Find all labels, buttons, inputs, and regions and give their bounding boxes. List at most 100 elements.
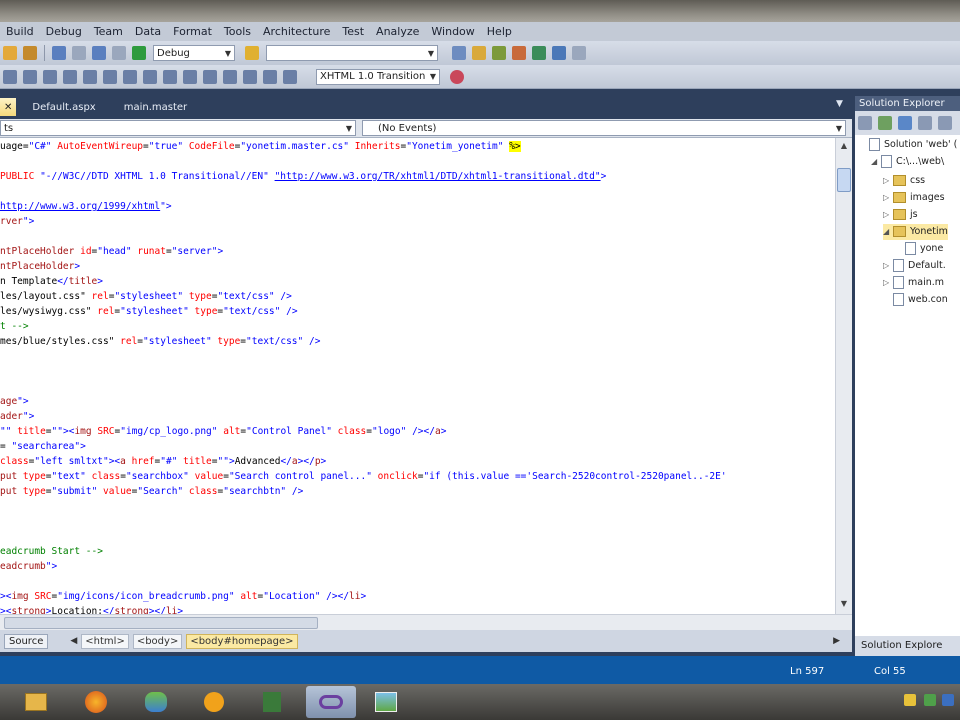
tab-close-active[interactable]: ✕ xyxy=(0,98,17,116)
code-line[interactable]: les/layout.css" rel="stylesheet" type="t… xyxy=(0,289,292,304)
bookmark-icon[interactable] xyxy=(103,69,117,84)
view-code-icon[interactable] xyxy=(918,116,932,130)
redo-icon[interactable] xyxy=(72,46,86,60)
solution-node-solution[interactable]: Solution 'web' ( xyxy=(859,137,957,153)
code-line[interactable]: age"> xyxy=(0,394,29,409)
code-line[interactable]: ><img SRC="img/icons/icon_breadcrumb.png… xyxy=(0,589,366,604)
parameter-info-icon[interactable] xyxy=(203,69,217,84)
code-line[interactable]: uage="C#" AutoEventWireup="true" CodeFil… xyxy=(0,139,521,154)
events-combo[interactable]: (No Events) ▼ xyxy=(362,120,846,136)
outdent-icon[interactable] xyxy=(43,69,57,84)
code-line[interactable]: "" title=""><img SRC="img/cp_logo.png" a… xyxy=(0,424,446,439)
menu-window[interactable]: Window xyxy=(425,25,480,38)
start-page-icon[interactable] xyxy=(552,46,566,60)
solution-explorer-icon[interactable] xyxy=(472,46,486,60)
expand-arrow-icon[interactable]: ▷ xyxy=(883,173,893,189)
menu-debug[interactable]: Debug xyxy=(40,25,88,38)
code-line[interactable]: eadcrumb Start --> xyxy=(0,544,103,559)
tray-network-icon[interactable] xyxy=(904,694,916,706)
image-viewer-taskbar-button[interactable] xyxy=(364,686,408,718)
solution-node-project[interactable]: ◢ C:\...\web\ xyxy=(871,154,944,170)
comment-icon[interactable] xyxy=(63,69,77,84)
menu-data[interactable]: Data xyxy=(129,25,167,38)
code-editor[interactable]: uage="C#" AutoEventWireup = "true" CodeFil… xyxy=(0,138,835,614)
expand-arrow-icon[interactable]: ▷ xyxy=(883,258,893,274)
find-icon[interactable] xyxy=(245,46,259,60)
solution-node-folder[interactable]: ◢ Yonetim xyxy=(883,224,948,240)
complete-word-icon[interactable] xyxy=(183,69,197,84)
surround-with-icon[interactable] xyxy=(283,69,297,84)
tag-crumb-body[interactable]: <body> xyxy=(132,633,183,649)
solution-node-folder[interactable]: ▷ js xyxy=(883,207,918,223)
start-debugging-icon[interactable] xyxy=(132,46,146,60)
menu-analyze[interactable]: Analyze xyxy=(370,25,425,38)
find-combo[interactable]: ▼ xyxy=(266,45,438,61)
toolbox-icon[interactable] xyxy=(512,46,526,60)
solution-node-folder[interactable]: ▷ images xyxy=(883,190,945,206)
code-line[interactable]: ><strong>Location:</strong></li> xyxy=(0,604,183,614)
expand-arrow-icon[interactable]: ▷ xyxy=(883,207,893,223)
find-in-files-icon[interactable] xyxy=(452,46,466,60)
scroll-down-icon[interactable]: ▼ xyxy=(838,598,850,610)
clear-bookmarks-icon[interactable] xyxy=(163,69,177,84)
expand-arrow-icon[interactable]: ◢ xyxy=(883,224,893,240)
insert-snippet-icon[interactable] xyxy=(263,69,277,84)
undo-icon[interactable] xyxy=(52,46,66,60)
code-line[interactable]: PUBLIC "-//W3C//DTD XHTML 1.0 Transition… xyxy=(0,169,606,184)
object-combo[interactable]: ts ▼ xyxy=(0,120,356,136)
tag-crumb-body-homepage[interactable]: <body#homepage> xyxy=(186,633,298,649)
horizontal-scroll-thumb[interactable] xyxy=(4,617,318,629)
code-line[interactable]: n Template</title> xyxy=(0,274,103,289)
menu-format[interactable]: Format xyxy=(167,25,218,38)
code-line[interactable]: class="left smltxt"><a href="#" title=""… xyxy=(0,454,326,469)
code-line[interactable]: mes/blue/styles.css" rel="stylesheet" ty… xyxy=(0,334,320,349)
tag-crumb-html[interactable]: <html> xyxy=(81,633,129,649)
expand-arrow-icon[interactable]: ◢ xyxy=(871,154,881,170)
code-line[interactable]: ader"> xyxy=(0,409,34,424)
menu-team[interactable]: Team xyxy=(88,25,129,38)
source-view-button[interactable]: Source xyxy=(4,633,49,649)
refresh-icon[interactable] xyxy=(898,116,912,130)
vertical-scrollbar[interactable]: ▲ ▼ xyxy=(835,138,852,614)
extension-manager-icon[interactable] xyxy=(572,46,586,60)
properties-icon[interactable] xyxy=(492,46,506,60)
messenger-taskbar-button[interactable] xyxy=(134,686,178,718)
tab-default-aspx[interactable]: Default.aspx xyxy=(24,98,103,116)
check-accessibility-icon[interactable] xyxy=(450,69,464,84)
prev-bookmark-icon[interactable] xyxy=(143,69,157,84)
new-project-icon[interactable] xyxy=(3,46,17,60)
code-line[interactable]: http://www.w3.org/1999/xhtml"> xyxy=(0,199,172,214)
view-designer-icon[interactable] xyxy=(938,116,952,130)
indent-icon[interactable] xyxy=(23,69,37,84)
expand-arrow-icon[interactable]: ▷ xyxy=(883,190,893,206)
show-all-files-icon[interactable] xyxy=(878,116,892,130)
uncomment-icon[interactable] xyxy=(83,69,97,84)
menu-build[interactable]: Build xyxy=(0,25,40,38)
code-line[interactable]: = "searcharea"> xyxy=(0,439,86,454)
tray-app-icon[interactable] xyxy=(942,694,954,706)
code-line[interactable]: put type="text" class="searchbox" value=… xyxy=(0,469,727,484)
open-file-icon[interactable] xyxy=(23,46,37,60)
object-browser-icon[interactable] xyxy=(532,46,546,60)
expand-arrow-icon[interactable]: ▷ xyxy=(883,275,893,291)
explorer-taskbar-button[interactable] xyxy=(14,686,58,718)
tag-scroll-left-icon[interactable]: ◀ xyxy=(70,636,77,646)
close-icon[interactable]: ✕ xyxy=(4,102,12,113)
firefox-taskbar-button[interactable] xyxy=(74,686,118,718)
solution-node-file[interactable]: web.con xyxy=(883,292,948,308)
tray-sound-icon[interactable] xyxy=(924,694,936,706)
solution-node-folder[interactable]: ▷ css xyxy=(883,173,925,189)
vertical-scroll-thumb[interactable] xyxy=(837,168,851,192)
navigate-forward-icon[interactable] xyxy=(112,46,126,60)
quick-info-icon[interactable] xyxy=(223,69,237,84)
properties-icon[interactable] xyxy=(858,116,872,130)
code-line[interactable]: eadcrumb"> xyxy=(0,559,57,574)
navigate-backward-icon[interactable] xyxy=(92,46,106,60)
visual-studio-taskbar-button[interactable] xyxy=(306,686,356,718)
menu-architecture[interactable]: Architecture xyxy=(257,25,336,38)
menu-test[interactable]: Test xyxy=(336,25,370,38)
solution-node-file[interactable]: ▷ Default. xyxy=(883,258,946,274)
code-line[interactable]: t --> xyxy=(0,319,29,334)
tag-scroll-right-icon[interactable]: ▶ xyxy=(833,636,840,646)
code-line[interactable]: ntPlaceHolder id="head" runat="server"> xyxy=(0,244,223,259)
